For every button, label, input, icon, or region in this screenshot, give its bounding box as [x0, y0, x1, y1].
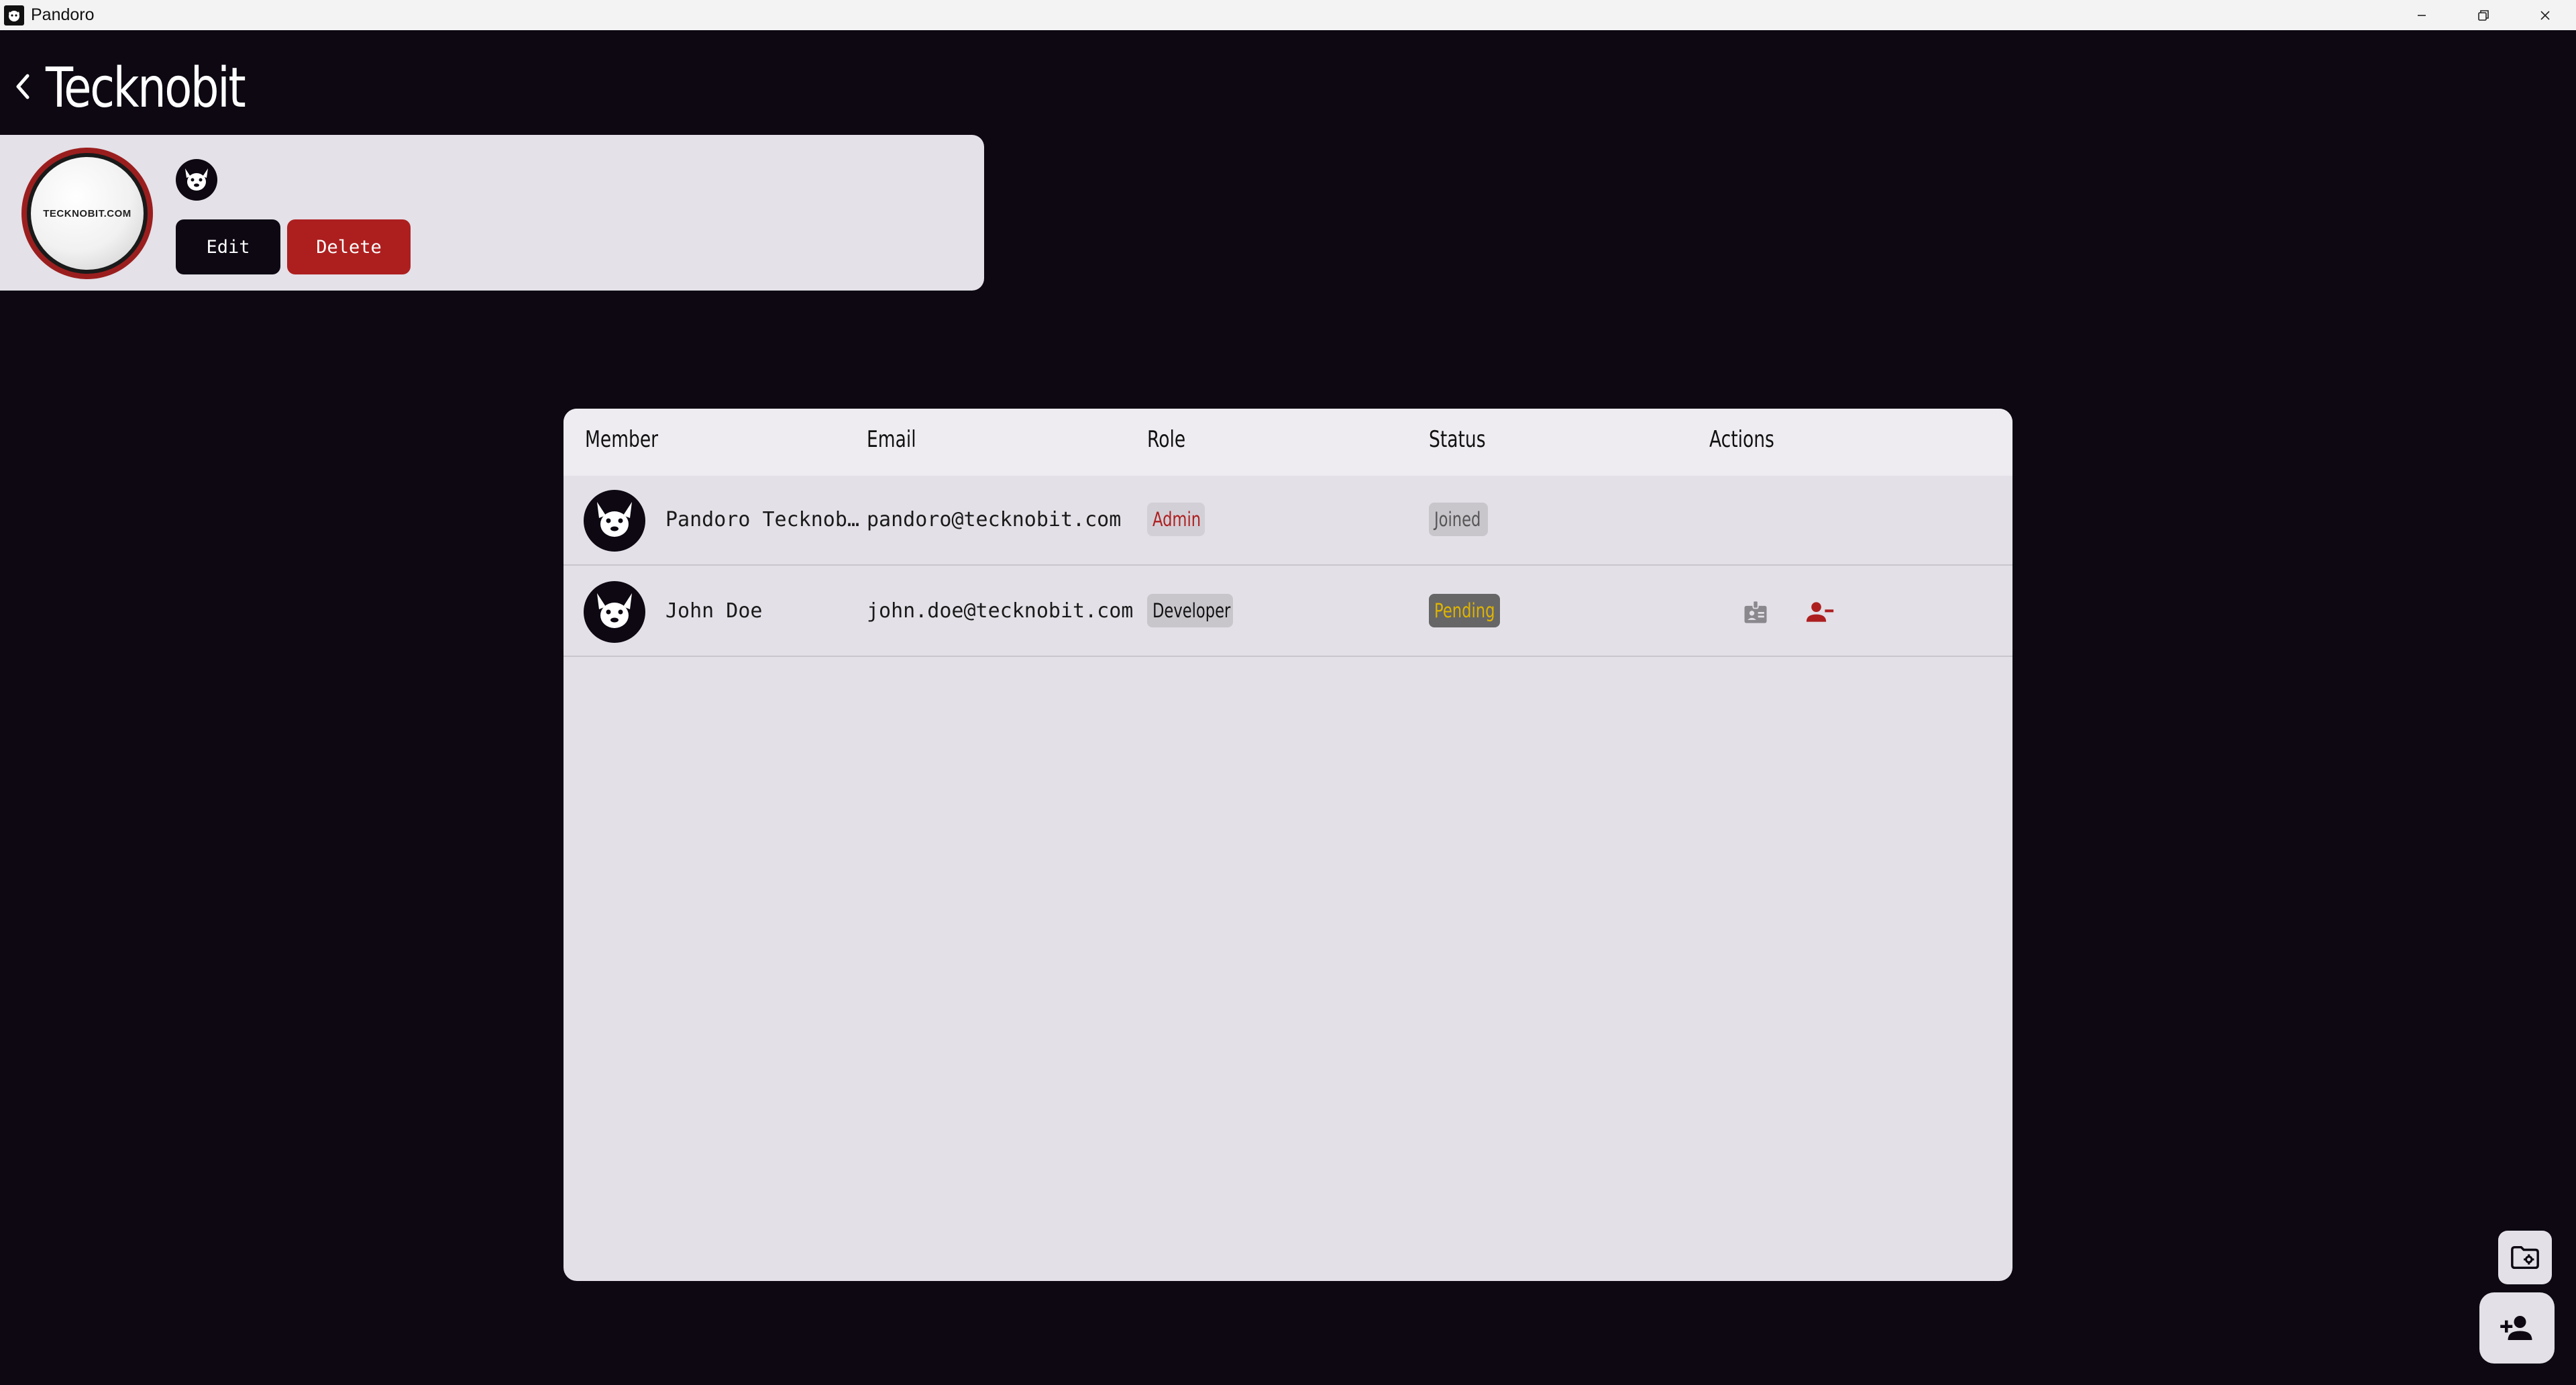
owner-avatar[interactable] [176, 159, 217, 201]
back-button[interactable] [9, 70, 36, 103]
person-remove-icon [1806, 602, 1834, 622]
table-header: Member Email Role Status Actions [564, 409, 2012, 476]
member-avatar [584, 490, 645, 552]
column-header-role: Role [1147, 426, 1186, 453]
edit-button[interactable]: Edit [176, 219, 280, 274]
company-card: TECKNOBIT.COM Edit Delete [0, 135, 984, 291]
close-button[interactable] [2514, 0, 2576, 30]
folder-settings-icon [2511, 1245, 2539, 1270]
group-settings-button[interactable] [2498, 1231, 2552, 1284]
role-badge-label: Admin [1152, 508, 1201, 531]
page-title: Tecknobit [46, 56, 246, 120]
badge-icon [1744, 600, 1767, 623]
window-titlebar: Pandoro [0, 0, 2576, 30]
change-role-button[interactable] [1739, 595, 1772, 629]
app-name: Pandoro [31, 5, 95, 24]
delete-button[interactable]: Delete [287, 219, 411, 274]
company-logo-text: TECKNOBIT.COM [43, 207, 131, 219]
remove-member-button[interactable] [1803, 595, 1837, 629]
person-add-icon [2500, 1316, 2532, 1340]
column-header-actions: Actions [1709, 426, 1774, 453]
minimize-icon [2418, 14, 2426, 16]
close-icon [2540, 10, 2550, 20]
add-member-button[interactable] [2479, 1292, 2555, 1364]
status-badge: Pending [1429, 594, 1500, 627]
member-email: pandoro@tecknobit.com [867, 508, 1122, 531]
minimize-button[interactable] [2391, 0, 2453, 30]
table-row: Pandoro Tecknobit pandoro@tecknobit.com … [564, 476, 2012, 566]
chevron-left-icon [16, 74, 30, 99]
role-badge: Developer [1147, 594, 1233, 627]
members-table: Member Email Role Status Actions Pandoro… [564, 409, 2012, 1281]
status-badge: Joined [1429, 503, 1488, 536]
member-name: Pandoro Tecknobit [665, 508, 860, 531]
restore-button[interactable] [2453, 0, 2514, 30]
role-badge-label: Developer [1152, 599, 1231, 622]
status-badge-label: Pending [1434, 599, 1495, 622]
role-badge: Admin [1147, 503, 1205, 536]
member-avatar [584, 581, 645, 643]
column-header-email: Email [867, 426, 916, 453]
app-logo-icon [4, 5, 24, 25]
status-badge-label: Joined [1434, 508, 1481, 531]
member-email: john.doe@tecknobit.com [867, 599, 1134, 623]
table-row: John Doe john.doe@tecknobit.com Develope… [564, 567, 2012, 657]
restore-icon [2478, 9, 2489, 21]
member-name: John Doe [665, 599, 763, 623]
column-header-status: Status [1429, 426, 1486, 453]
company-logo: TECKNOBIT.COM [21, 148, 153, 279]
column-header-member: Member [585, 426, 659, 453]
